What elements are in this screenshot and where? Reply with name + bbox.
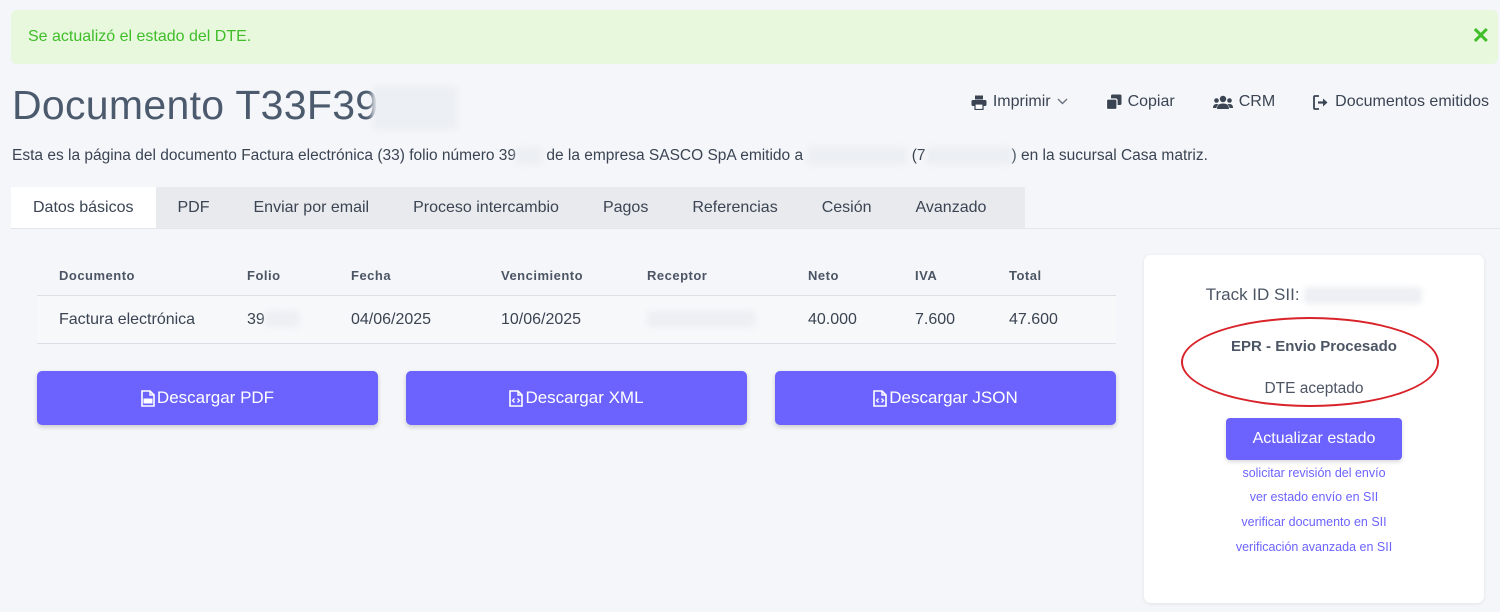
tabs-divider: [11, 228, 1500, 229]
file-code-icon: [509, 389, 524, 407]
header-folio: Folio: [247, 267, 281, 283]
track-id-label: Track ID SII:: [1205, 285, 1300, 304]
tab-proceso-intercambio[interactable]: Proceso intercambio: [391, 187, 581, 228]
file-code-icon: [873, 389, 888, 407]
tab-avanzado[interactable]: Avanzado: [894, 187, 1009, 228]
description-part-1: Esta es la página del documento Factura …: [12, 147, 517, 165]
redacted-mark: [925, 147, 1012, 165]
header-total: Total: [1009, 267, 1042, 283]
cell-total: 47.600: [1009, 310, 1058, 328]
cell-iva: 7.600: [915, 310, 956, 328]
redacted-mark: [516, 147, 543, 165]
redacted-mark: [372, 86, 458, 131]
sii-status-card: Track ID SII: EPR - Envio Procesado DTE …: [1144, 255, 1484, 603]
success-alert: Se actualizó el estado del DTE. ✕: [11, 10, 1498, 64]
header-receptor: Receptor: [647, 267, 708, 283]
header-vencimiento: Vencimiento: [501, 267, 584, 283]
tab-pagos[interactable]: Pagos: [581, 187, 670, 228]
tab-referencias[interactable]: Referencias: [670, 187, 799, 228]
copy-button[interactable]: Copiar: [1105, 93, 1175, 111]
redacted-mark: [1304, 287, 1423, 305]
track-id: Track ID SII:: [1144, 285, 1484, 305]
download-json-button[interactable]: Descargar JSON: [775, 371, 1116, 425]
cell-neto: 40.000: [808, 310, 857, 328]
page-title: Documento T33F39: [12, 82, 458, 131]
header-documento: Documento: [59, 267, 135, 283]
copy-label: Copiar: [1127, 93, 1175, 110]
cell-fecha: 04/06/2025: [351, 310, 432, 328]
file-pdf-icon: [141, 389, 155, 407]
document-tabs: Datos básicos PDF Enviar por email Proce…: [11, 187, 1025, 228]
description-part-4: ) en la sucursal Casa matriz.: [1011, 147, 1208, 165]
table-header: Documento Folio Fecha Vencimiento Recept…: [37, 255, 1116, 296]
download-xml-label: Descargar XML: [525, 388, 644, 407]
download-pdf-button[interactable]: Descargar PDF: [37, 371, 378, 425]
tab-cesion[interactable]: Cesión: [800, 187, 894, 228]
verify-document-link[interactable]: verificar documento en SII: [1144, 515, 1484, 529]
print-icon: [971, 95, 987, 110]
page-actions: Imprimir Copiar CRM Documentos emitidos: [933, 93, 1489, 111]
alert-message: Se actualizó el estado del DTE.: [28, 28, 252, 45]
advanced-verification-link[interactable]: verificación avanzada en SII: [1144, 540, 1484, 554]
redacted-mark: [807, 147, 908, 165]
print-button[interactable]: Imprimir: [971, 93, 1068, 111]
users-icon: [1212, 95, 1233, 110]
annotation-ellipse: [1181, 317, 1439, 407]
redacted-mark: [647, 311, 755, 328]
close-icon[interactable]: ✕: [1472, 25, 1490, 47]
update-status-button[interactable]: Actualizar estado: [1226, 418, 1402, 460]
crm-button[interactable]: CRM: [1212, 93, 1276, 111]
crm-label: CRM: [1238, 93, 1276, 110]
description-part-2: de la empresa SASCO SpA emitido a: [546, 147, 804, 165]
download-xml-button[interactable]: Descargar XML: [406, 371, 747, 425]
table-row: Factura electrónica 39 04/06/2025 10/06/…: [37, 296, 1116, 344]
header-neto: Neto: [808, 267, 839, 283]
chevron-down-icon: [1057, 97, 1068, 108]
issued-documents-button[interactable]: Documentos emitidos: [1313, 93, 1489, 111]
copy-icon: [1105, 94, 1122, 110]
description-part-3: (7: [911, 147, 926, 165]
print-label: Imprimir: [992, 93, 1051, 110]
header-fecha: Fecha: [351, 267, 392, 283]
header-iva: IVA: [915, 267, 938, 283]
request-review-link[interactable]: solicitar revisión del envío: [1144, 466, 1484, 480]
page-title-text: Documento T33F39: [12, 82, 379, 128]
view-send-status-link[interactable]: ver estado envío en SII: [1144, 490, 1484, 504]
issued-documents-label: Documentos emitidos: [1335, 93, 1489, 110]
document-description: Esta es la página del documento Factura …: [12, 147, 1208, 165]
tab-datos-basicos[interactable]: Datos básicos: [11, 187, 156, 228]
document-table: Documento Folio Fecha Vencimiento Recept…: [37, 255, 1116, 344]
redacted-mark: [264, 311, 299, 328]
cell-folio: 39: [247, 311, 351, 329]
cell-receptor: [647, 311, 808, 329]
download-pdf-label: Descargar PDF: [156, 388, 275, 407]
cell-folio-text: 39: [247, 310, 265, 328]
sign-out-icon: [1313, 94, 1329, 110]
tab-enviar-email[interactable]: Enviar por email: [232, 187, 392, 228]
cell-vencimiento: 10/06/2025: [501, 310, 582, 328]
download-json-label: Descargar JSON: [889, 388, 1018, 407]
cell-documento: Factura electrónica: [59, 310, 196, 328]
tab-pdf[interactable]: PDF: [156, 187, 232, 228]
